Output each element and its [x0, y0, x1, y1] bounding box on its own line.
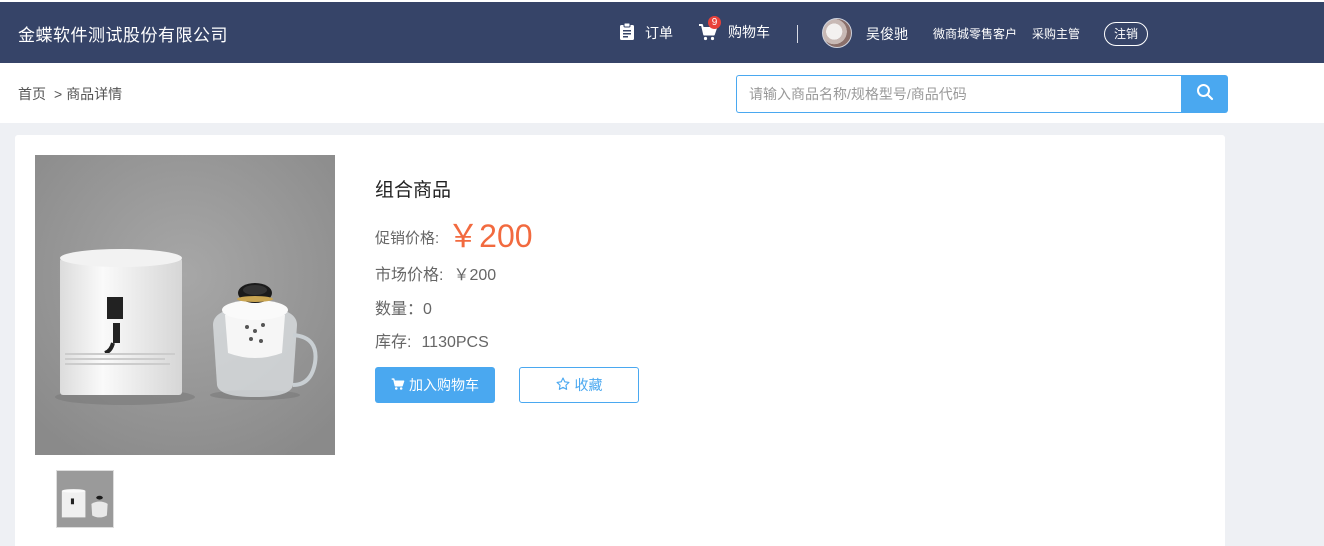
search-input[interactable]: [736, 75, 1181, 113]
user-tag-customer: 微商城零售客户: [933, 27, 1018, 41]
avatar[interactable]: [822, 18, 852, 48]
company-name: 金蝶软件测试股份有限公司: [18, 26, 228, 45]
breadcrumb-home[interactable]: 首页: [18, 86, 46, 102]
user-name[interactable]: 吴俊驰: [866, 24, 908, 44]
clipboard-icon: [619, 22, 635, 43]
cart-icon: [391, 377, 405, 394]
star-icon: [555, 376, 570, 394]
market-price-label: 市场价格:: [375, 267, 444, 284]
cart-icon: 9: [698, 16, 721, 42]
nav-orders[interactable]: 订单: [619, 22, 673, 43]
add-to-cart-label: 加入购物车: [409, 377, 479, 393]
market-price: ￥200: [453, 267, 497, 284]
breadcrumb-current: 商品详情: [66, 86, 123, 102]
breadcrumb-search-bar: 首页 > 商品详情: [0, 63, 1324, 123]
nav-divider: [797, 25, 798, 43]
product-image: [35, 155, 335, 455]
add-to-cart-button[interactable]: 加入购物车: [375, 367, 495, 403]
quantity-value: 0: [423, 301, 432, 318]
product-card: 组合商品 促销价格: ￥200 市场价格: ￥200 数量：0 库存: 1130PCS…: [15, 135, 1225, 546]
user-tag-role: 采购主管: [1032, 27, 1081, 41]
quantity-label: 数量：: [375, 301, 424, 318]
nav-cart-label: 购物车: [728, 24, 770, 40]
stock-label: 库存:: [375, 334, 412, 351]
quantity-row: 数量：0: [375, 295, 432, 319]
product-title: 组合商品: [375, 180, 452, 201]
market-price-row: 市场价格: ￥200: [375, 261, 496, 285]
nav-orders-label: 订单: [645, 24, 673, 41]
product-thumbnail[interactable]: [56, 470, 114, 528]
top-navbar: 金蝶软件测试股份有限公司 订单 9 购物车 吴俊驰 微商城零售客户 采购主管 注…: [0, 2, 1324, 63]
promo-price: ￥200: [447, 218, 533, 254]
cart-count-badge: 9: [708, 16, 721, 29]
stock-row: 库存: 1130PCS: [375, 328, 489, 352]
favorite-button[interactable]: 收藏: [519, 367, 639, 403]
breadcrumb: 首页 > 商品详情: [18, 84, 122, 104]
search-icon: [1196, 83, 1214, 106]
breadcrumb-separator: >: [54, 86, 63, 102]
search-button[interactable]: [1181, 75, 1228, 113]
promo-price-label: 促销价格:: [375, 230, 440, 247]
favorite-label: 收藏: [574, 377, 603, 393]
nav-cart[interactable]: 9 购物车: [698, 16, 770, 42]
search-box: [736, 75, 1228, 113]
stock-value: 1130PCS: [421, 334, 489, 351]
product-info: 组合商品 促销价格: ￥200 市场价格: ￥200 数量：0 库存: 1130PCS…: [375, 175, 639, 403]
logout-button[interactable]: 注销: [1104, 22, 1148, 46]
promo-price-row: 促销价格: ￥200: [375, 211, 533, 257]
